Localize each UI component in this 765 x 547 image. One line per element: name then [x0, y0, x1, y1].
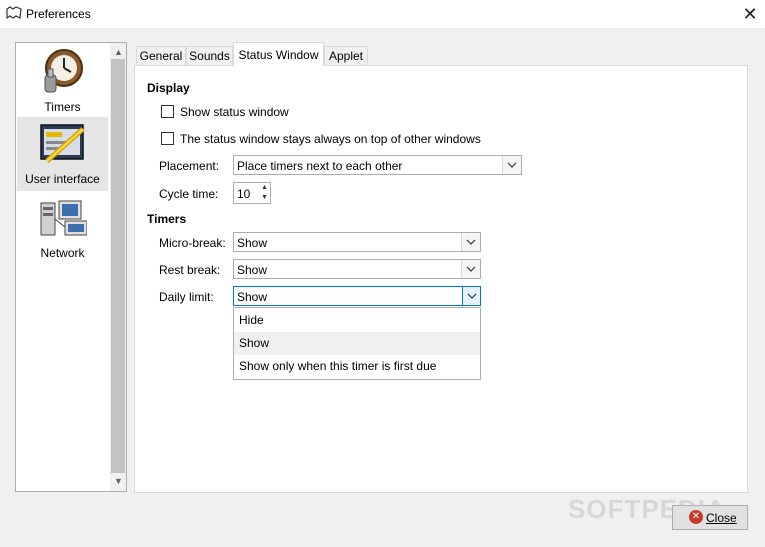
scroll-down-icon[interactable]: ▼	[114, 476, 123, 486]
rest-break-value: Show	[237, 263, 268, 277]
rest-break-select[interactable]: Show	[233, 259, 481, 279]
tab-sounds[interactable]: Sounds	[186, 46, 233, 65]
rest-break-label: Rest break:	[159, 263, 221, 277]
micro-break-dropdown-button[interactable]	[461, 233, 480, 251]
close-button[interactable]: ✕ Close	[672, 505, 748, 530]
option-show-when-first-due[interactable]: Show only when this timer is first due	[234, 355, 480, 378]
spin-down-icon[interactable]: ▼	[259, 193, 270, 203]
clock-icon	[44, 49, 83, 93]
sidebar-scrollbar[interactable]: ▲ ▼	[110, 43, 126, 491]
always-on-top-checkbox[interactable]	[161, 132, 174, 145]
sidebar-item-network[interactable]: Network	[17, 191, 108, 265]
option-show[interactable]: Show	[234, 332, 480, 355]
chevron-down-icon	[466, 266, 476, 272]
scrollbar-thumb[interactable]	[111, 59, 125, 473]
daily-limit-select[interactable]: Show	[233, 286, 481, 306]
show-status-window-label[interactable]: Show status window	[180, 105, 289, 119]
sidebar-item-timers[interactable]: Timers	[17, 45, 108, 117]
show-status-window-checkbox[interactable]	[161, 105, 174, 118]
category-list: Timers User interface Network ▲ ▼	[15, 42, 127, 492]
display-heading: Display	[147, 81, 190, 95]
cycle-time-value: 10	[237, 187, 251, 201]
sidebar-item-label: Network	[40, 246, 85, 260]
cycle-time-label: Cycle time:	[159, 187, 219, 201]
daily-limit-label: Daily limit:	[159, 290, 214, 304]
chevron-down-icon	[466, 239, 476, 245]
daily-limit-dropdown-button[interactable]	[462, 286, 481, 306]
sidebar-item-label: User interface	[25, 172, 100, 186]
timers-heading: Timers	[147, 212, 187, 226]
rest-break-dropdown-button[interactable]	[461, 260, 480, 278]
chevron-down-icon	[467, 293, 477, 299]
network-icon	[40, 200, 87, 236]
user-interface-icon	[40, 124, 85, 163]
window-close-icon[interactable]: ✕	[740, 4, 760, 24]
title-bar: Preferences ✕	[0, 0, 765, 28]
placement-label: Placement:	[159, 159, 220, 173]
placement-value: Place timers next to each other	[237, 159, 403, 173]
sidebar-item-label: Timers	[44, 100, 81, 114]
sidebar-item-user-interface[interactable]: User interface	[17, 117, 108, 191]
always-on-top-label[interactable]: The status window stays always on top of…	[180, 132, 481, 146]
close-button-label: Close	[706, 511, 737, 525]
micro-break-value: Show	[237, 236, 268, 250]
spin-up-icon[interactable]: ▲	[259, 183, 270, 193]
daily-limit-value: Show	[237, 290, 268, 304]
daily-limit-options-list: Hide Show Show only when this timer is f…	[233, 307, 481, 380]
settings-panel	[134, 65, 748, 493]
tab-status-window[interactable]: Status Window	[233, 42, 324, 66]
cycle-time-spinner[interactable]: 10 ▲ ▼	[233, 182, 271, 204]
app-icon	[6, 6, 22, 20]
chevron-down-icon	[507, 162, 517, 168]
tab-applet[interactable]: Applet	[324, 46, 368, 65]
placement-dropdown-button[interactable]	[502, 156, 521, 174]
tab-general[interactable]: General	[136, 46, 186, 65]
micro-break-label: Micro-break:	[159, 236, 226, 250]
scroll-up-icon[interactable]: ▲	[114, 47, 123, 57]
placement-select[interactable]: Place timers next to each other	[233, 155, 522, 175]
micro-break-select[interactable]: Show	[233, 232, 481, 252]
window-title: Preferences	[26, 7, 91, 21]
option-hide[interactable]: Hide	[234, 309, 480, 332]
close-icon: ✕	[689, 510, 703, 524]
